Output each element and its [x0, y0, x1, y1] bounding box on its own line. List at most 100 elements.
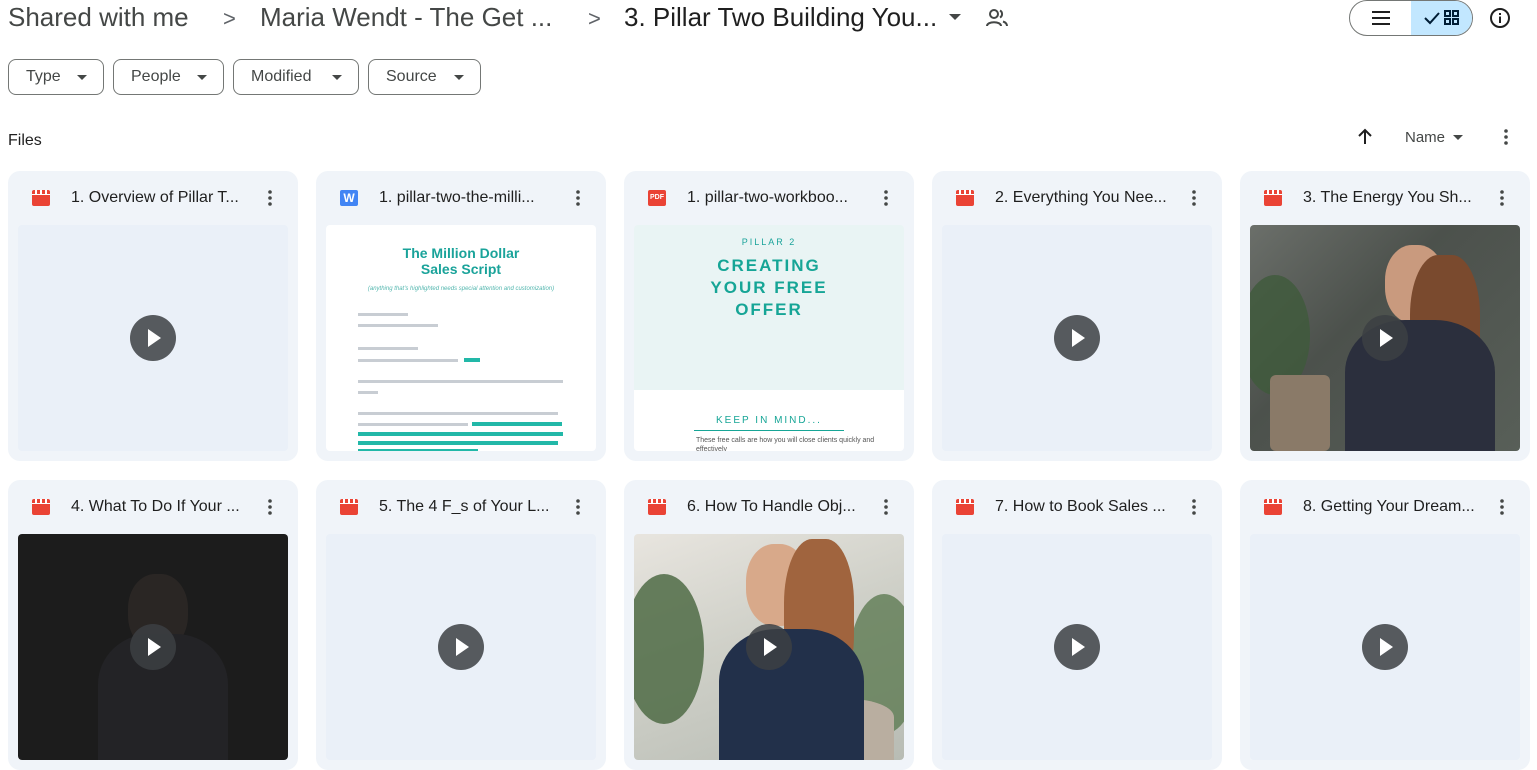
- file-name: 2. Everything You Nee...: [995, 189, 1167, 206]
- file-thumbnail: [634, 534, 904, 760]
- word-doc-icon: W: [340, 190, 358, 206]
- filter-source[interactable]: Source: [368, 59, 481, 95]
- breadcrumb-shared-with-me[interactable]: Shared with me: [8, 2, 189, 33]
- more-vert-icon[interactable]: [568, 497, 588, 517]
- video-file-icon: [340, 499, 358, 515]
- video-file-icon: [1264, 190, 1282, 206]
- filter-label: People: [131, 68, 181, 85]
- file-card[interactable]: 5. The 4 F_s of Your L...: [316, 480, 606, 770]
- file-thumbnail: [1250, 534, 1520, 760]
- chevron-down-icon: [197, 75, 207, 80]
- file-card-header: 7. How to Book Sales ...: [932, 480, 1222, 534]
- more-vert-icon[interactable]: [876, 497, 896, 517]
- section-title: Files: [8, 132, 42, 149]
- more-vert-icon[interactable]: [1184, 497, 1204, 517]
- filter-label: Type: [26, 68, 61, 85]
- file-card-header: PDF 1. pillar-two-workboo...: [624, 171, 914, 225]
- file-thumbnail: [942, 534, 1212, 760]
- file-thumbnail: [18, 225, 288, 451]
- more-vert-icon[interactable]: [1492, 497, 1512, 517]
- grid-view-button[interactable]: [1411, 1, 1472, 35]
- file-card[interactable]: 2. Everything You Nee...: [932, 171, 1222, 461]
- chevron-down-icon: [332, 75, 342, 80]
- header: Shared with me > Maria Wendt - The Get .…: [0, 0, 1537, 40]
- more-vert-icon[interactable]: [260, 497, 280, 517]
- file-card[interactable]: 6. How To Handle Obj...: [624, 480, 914, 770]
- file-card[interactable]: PDF 1. pillar-two-workboo... PILLAR 2 CR…: [624, 171, 914, 461]
- file-card-header: 1. Overview of Pillar T...: [8, 171, 298, 225]
- chevron-down-icon: [77, 75, 87, 80]
- doc-preview-subtitle: (anything that's highlighted needs speci…: [367, 286, 555, 292]
- file-name: 1. Overview of Pillar T...: [71, 189, 239, 206]
- play-icon[interactable]: [1054, 315, 1100, 361]
- chevron-down-icon: [454, 75, 464, 80]
- filter-modified[interactable]: Modified: [233, 59, 359, 95]
- video-file-icon: [648, 499, 666, 515]
- file-card[interactable]: 3. The Energy You Sh...: [1240, 171, 1530, 461]
- file-name: 5. The 4 F_s of Your L...: [379, 498, 550, 515]
- info-icon[interactable]: [1489, 7, 1511, 29]
- file-name: 1. pillar-two-the-milli...: [379, 189, 535, 206]
- file-card-header: 2. Everything You Nee...: [932, 171, 1222, 225]
- file-name: 7. How to Book Sales ...: [995, 498, 1166, 515]
- file-name: 6. How To Handle Obj...: [687, 498, 856, 515]
- more-vert-icon[interactable]: [876, 188, 896, 208]
- file-card[interactable]: 1. Overview of Pillar T...: [8, 171, 298, 461]
- list-icon: [1371, 11, 1390, 25]
- play-icon[interactable]: [1362, 624, 1408, 670]
- pdf-preview-title: OFFER: [735, 300, 803, 319]
- pdf-preview-title: YOUR FREE: [710, 278, 828, 297]
- video-file-icon: [1264, 499, 1282, 515]
- breadcrumb-current-folder[interactable]: 3. Pillar Two Building You...: [624, 2, 937, 33]
- play-icon[interactable]: [130, 624, 176, 670]
- arrow-up-icon[interactable]: [1355, 127, 1375, 147]
- file-card-header: W 1. pillar-two-the-milli...: [316, 171, 606, 225]
- breadcrumb-separator: >: [223, 6, 236, 31]
- play-icon[interactable]: [1054, 624, 1100, 670]
- chevron-down-icon: [1453, 135, 1463, 140]
- sort-by-name-button[interactable]: Name: [1405, 129, 1445, 146]
- file-card-header: 5. The 4 F_s of Your L...: [316, 480, 606, 534]
- more-vert-icon[interactable]: [1492, 188, 1512, 208]
- file-thumbnail: [942, 225, 1212, 451]
- pdf-preview-title: CREATING: [717, 256, 821, 275]
- file-name: 3. The Energy You Sh...: [1303, 189, 1472, 206]
- file-card[interactable]: 4. What To Do If Your ...: [8, 480, 298, 770]
- pdf-preview-kicker: PILLAR 2: [741, 237, 797, 247]
- file-card-header: 6. How To Handle Obj...: [624, 480, 914, 534]
- pdf-file-icon: PDF: [648, 190, 666, 206]
- doc-preview-title: The Million Dollar: [402, 245, 520, 261]
- play-icon[interactable]: [438, 624, 484, 670]
- list-view-button[interactable]: [1350, 1, 1411, 35]
- video-file-icon: [956, 499, 974, 515]
- filter-people[interactable]: People: [113, 59, 224, 95]
- play-icon[interactable]: [1362, 315, 1408, 361]
- filter-type[interactable]: Type: [8, 59, 104, 95]
- filter-label: Modified: [251, 68, 312, 85]
- file-card-header: 3. The Energy You Sh...: [1240, 171, 1530, 225]
- play-icon[interactable]: [746, 624, 792, 670]
- more-vert-icon[interactable]: [1496, 127, 1516, 147]
- chevron-down-icon[interactable]: [949, 14, 961, 20]
- video-file-icon: [32, 499, 50, 515]
- file-card[interactable]: 7. How to Book Sales ...: [932, 480, 1222, 770]
- file-thumbnail: The Million Dollar Sales Script (anythin…: [326, 225, 596, 451]
- video-file-icon: [956, 190, 974, 206]
- play-icon[interactable]: [130, 315, 176, 361]
- file-card[interactable]: 8. Getting Your Dream...: [1240, 480, 1530, 770]
- video-file-icon: [32, 190, 50, 206]
- file-thumbnail: PILLAR 2 CREATING YOUR FREE OFFER KEEP I…: [634, 225, 904, 451]
- file-card-header: 8. Getting Your Dream...: [1240, 480, 1530, 534]
- view-toggle: [1349, 0, 1473, 36]
- file-card[interactable]: W 1. pillar-two-the-milli... The Million…: [316, 171, 606, 461]
- breadcrumb-parent-folder[interactable]: Maria Wendt - The Get ...: [260, 2, 552, 33]
- more-vert-icon[interactable]: [1184, 188, 1204, 208]
- file-name: 1. pillar-two-workboo...: [687, 189, 848, 206]
- file-thumbnail: [18, 534, 288, 760]
- breadcrumb-separator: >: [588, 6, 601, 31]
- people-icon: [986, 9, 1008, 27]
- more-vert-icon[interactable]: [260, 188, 280, 208]
- file-name: 8. Getting Your Dream...: [1303, 498, 1475, 515]
- more-vert-icon[interactable]: [568, 188, 588, 208]
- file-name: 4. What To Do If Your ...: [71, 498, 240, 515]
